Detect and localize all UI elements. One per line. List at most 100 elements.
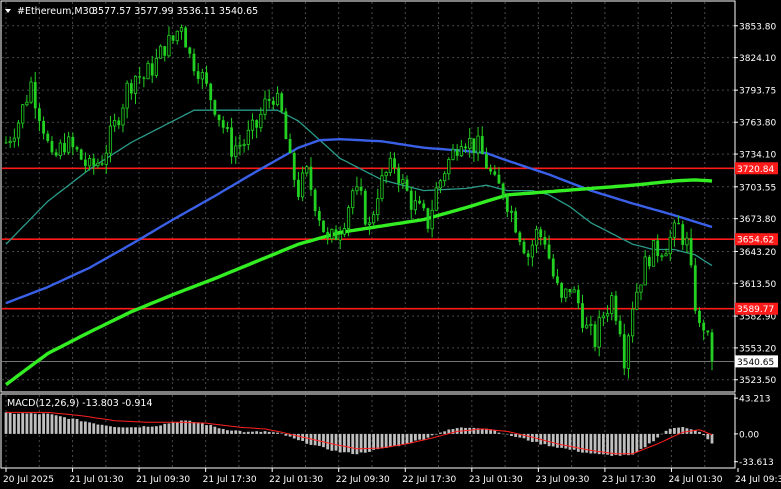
symbol-label: #Ethereum,M30	[17, 6, 95, 17]
candle-body-down	[489, 168, 492, 172]
macd-histogram-bar	[664, 430, 668, 434]
macd-histogram-bar	[29, 413, 33, 434]
macd-histogram-bar	[146, 426, 150, 434]
macd-histogram-bar	[17, 413, 20, 434]
macd-histogram-bar	[21, 413, 25, 434]
candle-body-down	[581, 303, 584, 328]
candle-body-down	[543, 236, 547, 245]
candle-body-down	[171, 35, 175, 41]
candle-body-up	[534, 229, 539, 246]
candle-body-down	[568, 289, 572, 293]
macd-histogram-bar	[401, 433, 405, 444]
macd-histogram-bar	[25, 413, 29, 434]
macd-histogram-bar	[677, 427, 680, 434]
macd-histogram-bar	[710, 433, 714, 444]
candle-body-down	[522, 241, 526, 254]
candle-body-up	[154, 57, 158, 76]
macd-histogram-bar	[647, 433, 651, 444]
macd-histogram-bar	[430, 433, 434, 436]
candle-body-up	[631, 308, 635, 337]
candle-body-up	[401, 179, 405, 184]
candle-body-down	[4, 142, 8, 144]
macd-histogram-bar	[551, 433, 555, 447]
macd-histogram-bar	[656, 433, 660, 438]
candle-body-down	[205, 72, 208, 84]
macd-histogram-bar	[334, 433, 338, 451]
macd-histogram-bar	[71, 418, 75, 434]
candle-body-down	[138, 76, 142, 78]
macd-histogram-bar	[322, 433, 325, 448]
macd-histogram-bar	[196, 422, 200, 434]
candle-body-down	[46, 133, 50, 142]
candle-body-down	[38, 108, 41, 121]
macd-histogram-bar	[418, 433, 421, 440]
macd-histogram-bar	[639, 433, 643, 449]
candle-body-down	[706, 330, 710, 333]
macd-histogram-bar	[88, 422, 91, 434]
candle-body-up	[413, 200, 417, 211]
candle-body-up	[572, 289, 576, 293]
candle-body-up	[234, 145, 238, 158]
time-tick-label: 22 Jul 01:30	[269, 475, 323, 485]
macd-histogram-bar	[372, 433, 376, 450]
macd-histogram-bar	[150, 426, 154, 434]
candle-body-up	[96, 162, 100, 167]
candle-body-up	[388, 157, 392, 173]
candle-body-down	[539, 229, 543, 237]
current-price-label: 3540.65	[737, 358, 774, 368]
candle-body-down	[422, 203, 426, 209]
candle-body-down	[505, 196, 509, 212]
macd-histogram-bar	[614, 433, 618, 456]
candle-body-up	[225, 127, 230, 129]
candle-body-down	[514, 211, 518, 233]
candle-body-down	[547, 244, 551, 259]
macd-histogram-bar	[543, 433, 547, 445]
candle-body-down	[409, 190, 413, 210]
candle-body-up	[589, 323, 593, 326]
macd-histogram-bar	[409, 433, 413, 443]
candle-body-down	[142, 77, 146, 79]
macd-histogram-bar	[497, 432, 501, 434]
candle-body-up	[275, 92, 280, 106]
candle-body-up	[108, 125, 113, 154]
time-tick-label: 24 Jul 09:30	[735, 475, 781, 485]
candle-body-up	[200, 72, 204, 80]
price-tick-label: 3703.55	[739, 183, 776, 193]
price-tick-label: 3763.80	[739, 119, 776, 129]
macd-histogram-bar	[54, 415, 58, 434]
candle-body-up	[355, 186, 359, 192]
candle-body-up	[238, 144, 242, 147]
candle-body-up	[8, 140, 12, 144]
price-tick-label: 3553.20	[739, 344, 776, 354]
macd-histogram-bar	[175, 422, 179, 434]
candle-body-down	[556, 276, 559, 284]
macd-histogram-bar	[4, 412, 8, 434]
macd-histogram-bar	[42, 413, 45, 434]
macd-histogram-bar	[238, 430, 242, 434]
macd-tick-label: -33.613	[739, 458, 774, 468]
candle-body-up	[113, 120, 117, 127]
candle-body-up	[434, 187, 438, 211]
macd-histogram-bar	[276, 432, 279, 434]
candle-body-up	[242, 143, 246, 146]
macd-histogram-bar	[472, 427, 476, 434]
ethereum-m30-chart[interactable]: 3853.80 3824.10 3793.75 3763.80 3734.10 3703.…	[0, 0, 781, 489]
macd-histogram-bar	[33, 413, 37, 434]
candle-body-up	[263, 98, 267, 115]
candle-body-up	[438, 180, 443, 189]
macd-tick-label: 0.00	[739, 430, 759, 440]
candle-body-down	[117, 120, 121, 126]
macd-histogram-bar	[627, 433, 630, 456]
macd-histogram-bar	[413, 433, 417, 441]
macd-histogram-bar	[38, 414, 41, 434]
macd-histogram-bar	[63, 417, 66, 434]
macd-histogram-bar	[355, 433, 359, 455]
macd-histogram-bar	[393, 433, 396, 447]
candle-body-down	[397, 167, 401, 184]
candle-body-up	[668, 236, 672, 255]
chart-background	[0, 0, 781, 489]
candle-body-down	[480, 136, 484, 155]
candle-body-down	[184, 27, 188, 48]
macd-histogram-bar	[560, 433, 564, 448]
macd-histogram-bar	[359, 433, 363, 453]
